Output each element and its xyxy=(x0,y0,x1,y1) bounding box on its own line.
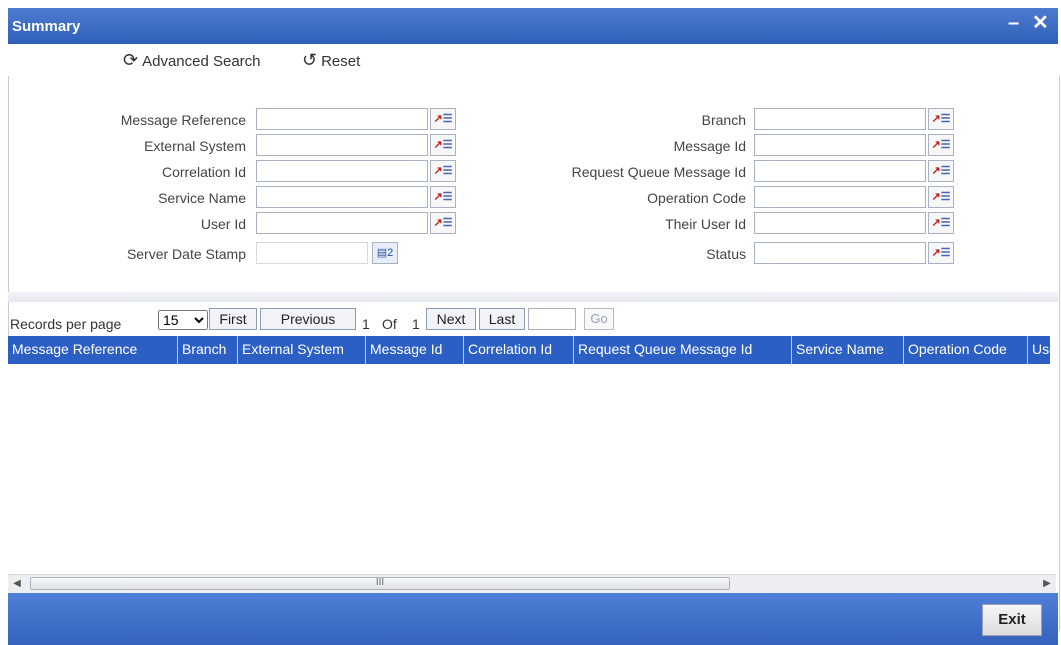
next-page-button[interactable]: Next xyxy=(426,308,476,330)
request-queue-message-id-label: Request Queue Message Id xyxy=(571,164,746,180)
close-icon[interactable]: ✕ xyxy=(1032,12,1049,34)
operation-code-input[interactable] xyxy=(754,186,926,208)
page-number-input[interactable] xyxy=(528,308,576,330)
reset-label: Reset xyxy=(321,53,361,70)
scroll-right-icon[interactable]: ▶ xyxy=(1038,575,1056,593)
branch-label: Branch xyxy=(701,112,746,128)
service-name-label: Service Name xyxy=(158,190,246,206)
user-id-input[interactable] xyxy=(256,212,428,234)
reset-icon: ↺ xyxy=(302,50,318,70)
toolbar: ⟳ Advanced Search ↺ Reset xyxy=(8,44,1058,76)
advanced-search-label: Advanced Search xyxy=(142,53,261,70)
current-page: 1 xyxy=(362,316,370,332)
section-divider xyxy=(8,292,1058,302)
external-system-label: External System xyxy=(144,138,246,154)
previous-page-button[interactable]: Previous xyxy=(260,308,356,330)
last-page-button[interactable]: Last xyxy=(479,308,525,330)
title-bar: Summary – ✕ xyxy=(8,8,1058,44)
operation-code-lov-icon[interactable]: ↗☰ xyxy=(928,186,954,208)
go-button[interactable]: Go xyxy=(584,308,614,330)
column-header-external-system[interactable]: External System xyxy=(238,336,366,364)
search-form: Message Reference ↗☰ External System ↗☰ … xyxy=(8,88,1058,288)
user-id-label: User Id xyxy=(200,216,246,232)
their-user-id-input[interactable] xyxy=(754,212,926,234)
records-per-page-label: Records per page xyxy=(10,316,122,332)
their-user-id-lov-icon[interactable]: ↗☰ xyxy=(928,212,954,234)
of-label: Of xyxy=(382,316,397,332)
operation-code-label: Operation Code xyxy=(647,190,746,206)
status-input[interactable] xyxy=(754,242,926,264)
column-header-message-reference[interactable]: Message Reference xyxy=(8,336,178,364)
pagination-bar: Records per page 15 First Previous 1 Of … xyxy=(8,304,1058,334)
branch-input[interactable] xyxy=(754,108,926,130)
branch-lov-icon[interactable]: ↗☰ xyxy=(928,108,954,130)
reset-button[interactable]: ↺ Reset xyxy=(302,50,360,71)
total-pages: 1 xyxy=(412,316,420,332)
first-page-button[interactable]: First xyxy=(209,308,257,330)
exit-button[interactable]: Exit xyxy=(982,604,1042,636)
column-header-user-id[interactable]: User Id xyxy=(1028,336,1050,364)
message-id-lov-icon[interactable]: ↗☰ xyxy=(928,134,954,156)
server-date-stamp-input[interactable] xyxy=(256,242,368,264)
scrollbar-grip: III xyxy=(375,577,385,588)
results-table-header: Message Reference Branch External System… xyxy=(8,336,1050,364)
message-reference-input[interactable] xyxy=(256,108,428,130)
status-label: Status xyxy=(706,246,746,262)
footer-bar: Exit xyxy=(8,593,1058,645)
external-system-lov-icon[interactable]: ↗☰ xyxy=(430,134,456,156)
server-date-stamp-label: Server Date Stamp xyxy=(126,246,246,262)
service-name-lov-icon[interactable]: ↗☰ xyxy=(430,186,456,208)
correlation-id-input[interactable] xyxy=(256,160,428,182)
external-system-input[interactable] xyxy=(256,134,428,156)
service-name-input[interactable] xyxy=(256,186,428,208)
correlation-id-lov-icon[interactable]: ↗☰ xyxy=(430,160,456,182)
request-queue-message-id-lov-icon[interactable]: ↗☰ xyxy=(928,160,954,182)
message-reference-lov-icon[interactable]: ↗☰ xyxy=(430,108,456,130)
request-queue-message-id-input[interactable] xyxy=(754,160,926,182)
advanced-search-icon: ⟳ xyxy=(123,50,139,70)
column-header-operation-code[interactable]: Operation Code xyxy=(904,336,1028,364)
horizontal-scrollbar[interactable]: ◀ III ▶ xyxy=(8,574,1056,593)
column-header-request-queue-message-id[interactable]: Request Queue Message Id xyxy=(574,336,792,364)
column-header-branch[interactable]: Branch xyxy=(178,336,238,364)
column-header-message-id[interactable]: Message Id xyxy=(366,336,464,364)
status-lov-icon[interactable]: ↗☰ xyxy=(928,242,954,264)
calendar-icon[interactable]: ▤2 xyxy=(372,242,398,264)
records-per-page-select[interactable]: 15 xyxy=(158,310,208,330)
correlation-id-label: Correlation Id xyxy=(161,164,246,180)
results-table-body xyxy=(8,364,1058,574)
message-reference-label: Message Reference xyxy=(120,112,246,128)
scroll-left-icon[interactable]: ◀ xyxy=(8,575,26,593)
advanced-search-button[interactable]: ⟳ Advanced Search xyxy=(123,50,261,71)
column-header-correlation-id[interactable]: Correlation Id xyxy=(464,336,574,364)
message-id-input[interactable] xyxy=(754,134,926,156)
scrollbar-thumb[interactable]: III xyxy=(30,577,730,590)
user-id-lov-icon[interactable]: ↗☰ xyxy=(430,212,456,234)
message-id-label: Message Id xyxy=(673,138,746,154)
window-title: Summary xyxy=(12,18,81,35)
their-user-id-label: Their User Id xyxy=(665,216,746,232)
minimize-icon[interactable]: – xyxy=(1008,12,1019,34)
column-header-service-name[interactable]: Service Name xyxy=(792,336,904,364)
